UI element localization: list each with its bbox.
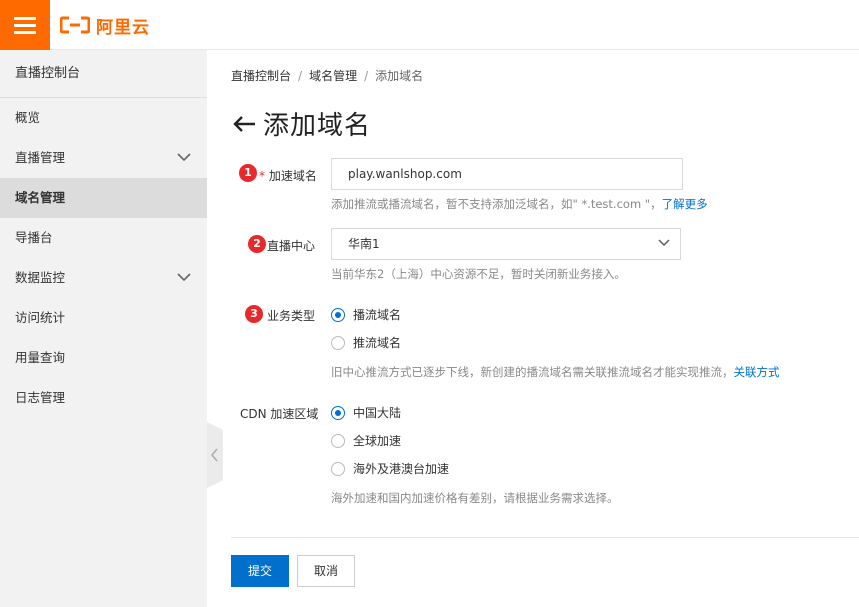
radio-overseas[interactable]: 海外及港澳台加速 — [331, 460, 449, 477]
sidebar-item-director[interactable]: 导播台 — [0, 218, 207, 258]
page-title: 添加域名 — [231, 105, 371, 142]
radio-push-domain[interactable]: 推流域名 — [331, 334, 401, 351]
sidebar: 直播控制台 概览 直播管理 域名管理 导播台 数据监控 访问统计 用量查询 日志… — [0, 50, 207, 607]
sidebar-item-live-management[interactable]: 直播管理 — [0, 138, 207, 178]
sidebar-item-overview[interactable]: 概览 — [0, 98, 207, 138]
domain-label: * 加速域名 — [259, 169, 317, 183]
breadcrumb-item-current: 添加域名 — [375, 69, 424, 83]
sidebar-item-usage-query[interactable]: 用量查询 — [0, 338, 207, 378]
back-arrow-icon[interactable] — [231, 114, 257, 134]
radio-global[interactable]: 全球加速 — [331, 432, 401, 449]
hamburger-icon — [14, 16, 36, 20]
aliyun-logo[interactable]: 阿里云 — [60, 12, 150, 38]
cancel-button[interactable]: 取消 — [297, 555, 355, 587]
radio-play-domain[interactable]: 播流域名 — [331, 306, 401, 323]
breadcrumb-item-console[interactable]: 直播控制台 — [231, 69, 291, 83]
chevron-down-icon — [177, 153, 191, 162]
top-bar: 阿里云 — [0, 0, 859, 50]
radio-unselected-icon — [331, 335, 345, 350]
center-select[interactable]: 华南1 — [331, 228, 681, 260]
breadcrumb: 直播控制台 / 域名管理 / 添加域名 — [231, 69, 424, 83]
logo-text: 阿里云 — [96, 17, 150, 38]
submit-button[interactable]: 提交 — [231, 555, 289, 587]
main-content: 直播控制台/域名管理/添加域名 添加域名 1 * 加速域名 添加推流或播流域名，… — [207, 50, 859, 607]
domain-input[interactable] — [331, 158, 683, 190]
business-type-label: 业务类型 — [267, 309, 316, 323]
center-label: 直播中心 — [267, 239, 316, 253]
chevron-down-icon — [658, 239, 670, 246]
aliyun-logo-icon — [60, 16, 90, 34]
radio-unselected-icon — [331, 461, 345, 476]
sidebar-item-data-monitoring[interactable]: 数据监控 — [0, 258, 207, 298]
hamburger-menu-button[interactable] — [0, 0, 50, 50]
radio-selected-icon — [331, 405, 345, 420]
breadcrumb-item-domain-management[interactable]: 域名管理 — [309, 69, 357, 83]
radio-selected-icon — [331, 307, 345, 322]
step-badge-2: 2 — [248, 235, 266, 253]
cdn-region-help: 海外加速和国内加速价格有差别，请根据业务需求选择。 — [331, 491, 619, 505]
sidebar-item-access-stats[interactable]: 访问统计 — [0, 298, 207, 338]
radio-mainland-china[interactable]: 中国大陆 — [331, 404, 401, 421]
chevron-down-icon — [177, 273, 191, 282]
radio-unselected-icon — [331, 433, 345, 448]
divider — [231, 537, 859, 538]
page-heading: 添加域名 — [263, 111, 372, 141]
learn-more-link[interactable]: 了解更多 — [662, 197, 708, 211]
center-help: 当前华东2（上海）中心资源不足，暂时关闭新业务接入。 — [331, 267, 626, 281]
business-type-help: 旧中心推流方式已逐步下线，新创建的播流域名需关联推流域名才能实现推流，关联方式 — [331, 365, 780, 379]
association-method-link[interactable]: 关联方式 — [734, 365, 780, 379]
cdn-region-label: CDN 加速区域 — [240, 407, 319, 421]
sidebar-item-log-management[interactable]: 日志管理 — [0, 378, 207, 418]
sidebar-title: 直播控制台 — [0, 50, 207, 98]
sidebar-item-domain-management[interactable]: 域名管理 — [0, 178, 207, 218]
domain-help: 添加推流或播流域名，暂不支持添加泛域名，如" *.test.com "，了解更多 — [331, 197, 708, 211]
step-badge-3: 3 — [245, 305, 263, 323]
step-badge-1: 1 — [239, 164, 257, 182]
